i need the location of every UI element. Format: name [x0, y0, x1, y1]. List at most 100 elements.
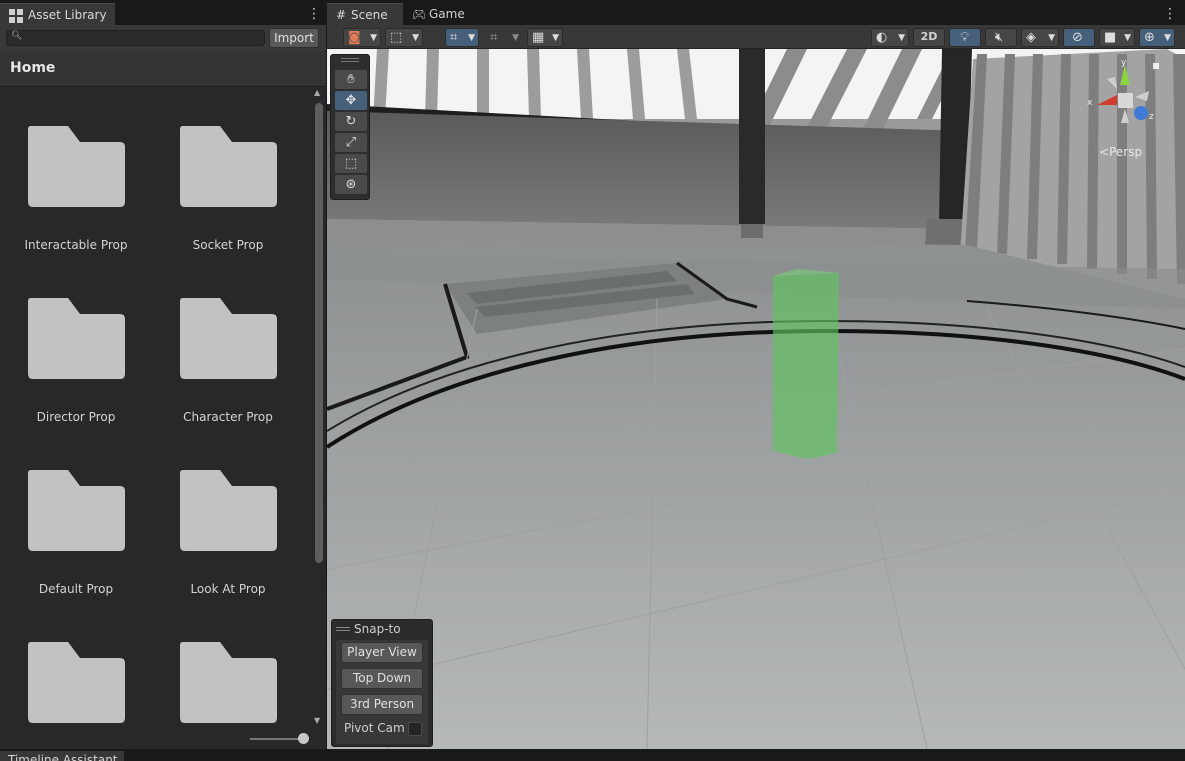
x-axis-label: x [1087, 98, 1093, 108]
third-person-button[interactable]: 3rd Person [341, 694, 423, 715]
chevron-down-icon: ▼ [468, 33, 475, 43]
chevron-left-icon: < [1099, 145, 1110, 159]
asset-item[interactable]: Default Prop [6, 470, 146, 620]
folder-icon [180, 642, 277, 723]
audio-toggle[interactable]: 🔇︎ [985, 28, 1017, 47]
scrollbar-thumb[interactable] [315, 103, 323, 563]
draw-mode-dropdown[interactable]: ◙ ▼ [343, 28, 381, 47]
pivot-cam-label: Pivot Cam [344, 721, 405, 735]
scroll-up-icon[interactable]: ▲ [314, 88, 320, 97]
move-tool[interactable]: ✥ [335, 91, 367, 110]
chevron-down-icon: ▼ [512, 33, 519, 43]
editor-root: Asset Library ⋮ 🔍︎ Import Home Interacta… [0, 0, 1185, 761]
shading-dropdown[interactable]: ◐ ▼ [871, 28, 909, 47]
y-axis-label: y [1121, 58, 1127, 68]
chevron-down-icon: ▼ [370, 33, 377, 43]
rotate-icon: ↻ [345, 114, 357, 129]
tab-label: Scene [351, 8, 388, 22]
scale-icon: ⤢ [345, 135, 357, 150]
tab-scene[interactable]: # Scene [327, 3, 403, 25]
sphere-icon: ◐ [876, 30, 888, 45]
drag-handle[interactable] [336, 627, 350, 631]
orientation-gizmo[interactable]: y x z [1087, 57, 1167, 137]
asset-item[interactable]: Director Prop [6, 298, 146, 448]
x-axis-cone[interactable] [1097, 95, 1117, 105]
tab-timeline-assistant[interactable]: Timeline Assistant [0, 751, 124, 761]
chevron-down-icon: ▼ [1124, 33, 1131, 43]
scene-window: # Scene 🎮︎ Game ⋮ ◙ ▼ ⬚ ▼ ⌗ ▼ ⌗ ▼ ▦ ▼ ◐ … [327, 3, 1185, 749]
gizmo-center[interactable] [1118, 93, 1133, 108]
asset-label: Character Prop [183, 410, 273, 424]
more-options-icon[interactable]: ⋮ [307, 6, 321, 22]
asset-item[interactable] [158, 642, 298, 724]
gamepad-icon: 🎮︎ [412, 8, 426, 21]
folder-icon [28, 470, 125, 551]
player-view-button[interactable]: Player View [341, 642, 423, 663]
rect-tool[interactable]: ⬚ [335, 154, 367, 173]
grid-icon [9, 8, 23, 23]
layers-icon: ◈ [1026, 30, 1036, 45]
gizmo-lock-icon[interactable] [1153, 63, 1159, 69]
asset-grid-scrollbar[interactable]: ▲ ▼ [312, 88, 326, 726]
asset-item[interactable]: Character Prop [158, 298, 298, 448]
folder-icon [28, 642, 125, 723]
camera-dropdown[interactable]: ■ ▼ [1099, 28, 1135, 47]
cube-icon: ⬚ [390, 30, 403, 45]
transform-tool[interactable]: ⊛ [335, 175, 367, 194]
scene-view-dropdown[interactable]: ⬚ ▼ [385, 28, 423, 47]
scene-render [327, 49, 1185, 749]
pivot-cam-checkbox[interactable] [408, 722, 422, 736]
chevron-down-icon: ▼ [1164, 33, 1171, 43]
chevron-down-icon: ▼ [898, 33, 905, 43]
asset-library-tabbar: Asset Library ⋮ [0, 3, 326, 25]
light-bulb-icon: 💡︎ [960, 30, 970, 45]
top-down-button[interactable]: Top Down [341, 668, 423, 689]
zoom-slider-track[interactable] [250, 738, 305, 740]
projection-label[interactable]: <Persp [1099, 145, 1142, 159]
scene-viewport[interactable]: ✋︎ ✥ ↻ ⤢ ⬚ ⊛ y x z <Persp Snap-to Player… [327, 49, 1185, 749]
asset-item[interactable] [6, 642, 146, 724]
asset-library-panel: Asset Library ⋮ 🔍︎ Import Home Interacta… [0, 3, 326, 749]
snap-increment-icon: ⌗ [490, 30, 498, 45]
asset-item[interactable]: Interactable Prop [6, 126, 146, 276]
effects-dropdown[interactable]: ◈ ▼ [1021, 28, 1059, 47]
camera-icon: ■ [1104, 30, 1117, 45]
tab-game[interactable]: 🎮︎ Game [405, 3, 475, 25]
scene-tabbar: # Scene 🎮︎ Game ⋮ [327, 3, 1185, 25]
import-button[interactable]: Import [269, 28, 319, 48]
shading-mode-icon: ◙ [348, 30, 361, 45]
rotate-tool[interactable]: ↻ [335, 112, 367, 131]
more-options-icon[interactable]: ⋮ [1163, 6, 1177, 22]
tab-asset-library[interactable]: Asset Library [0, 3, 115, 25]
search-input[interactable]: 🔍︎ [6, 30, 265, 46]
grid-snap-icon: ⌗ [450, 30, 458, 45]
z-axis-label: z [1149, 112, 1154, 122]
scene-visibility-toggle[interactable]: ⊘ [1063, 28, 1095, 47]
tab-label: Asset Library [28, 8, 107, 22]
asset-item[interactable]: Socket Prop [158, 126, 298, 276]
lighting-toggle[interactable]: 💡︎ [949, 28, 981, 47]
scale-tool[interactable]: ⤢ [335, 133, 367, 152]
folder-icon [28, 126, 125, 207]
grid-lines-icon: ▦ [532, 30, 545, 45]
z-axis-cone[interactable] [1134, 106, 1148, 120]
y-axis-cone[interactable] [1120, 65, 1130, 85]
2d-toggle-button[interactable]: 2D [913, 28, 945, 47]
zoom-slider-handle[interactable] [298, 733, 309, 744]
asset-library-footer [0, 726, 326, 749]
grid-snap-toggle[interactable]: ⌗ ▼ [445, 28, 479, 47]
grid-icon: # [336, 8, 347, 22]
gizmos-dropdown[interactable]: ⊕ ▼ [1139, 28, 1175, 47]
search-icon: 🔍︎ [11, 31, 23, 41]
asset-label: Default Prop [38, 582, 114, 596]
chevron-down-icon: ▼ [552, 33, 559, 43]
folder-icon [180, 470, 277, 551]
scroll-down-icon[interactable]: ▼ [314, 716, 320, 725]
hand-tool[interactable]: ✋︎ [335, 70, 367, 89]
grid-visibility-dropdown[interactable]: ▦ ▼ [527, 28, 563, 47]
increment-snap-dropdown[interactable]: ⌗ ▼ [485, 28, 523, 47]
gizmo-icon: ⊕ [1144, 30, 1155, 45]
asset-item[interactable]: Look At Prop [158, 470, 298, 620]
transform-icon: ⊛ [345, 177, 357, 192]
drag-handle[interactable] [341, 58, 359, 62]
